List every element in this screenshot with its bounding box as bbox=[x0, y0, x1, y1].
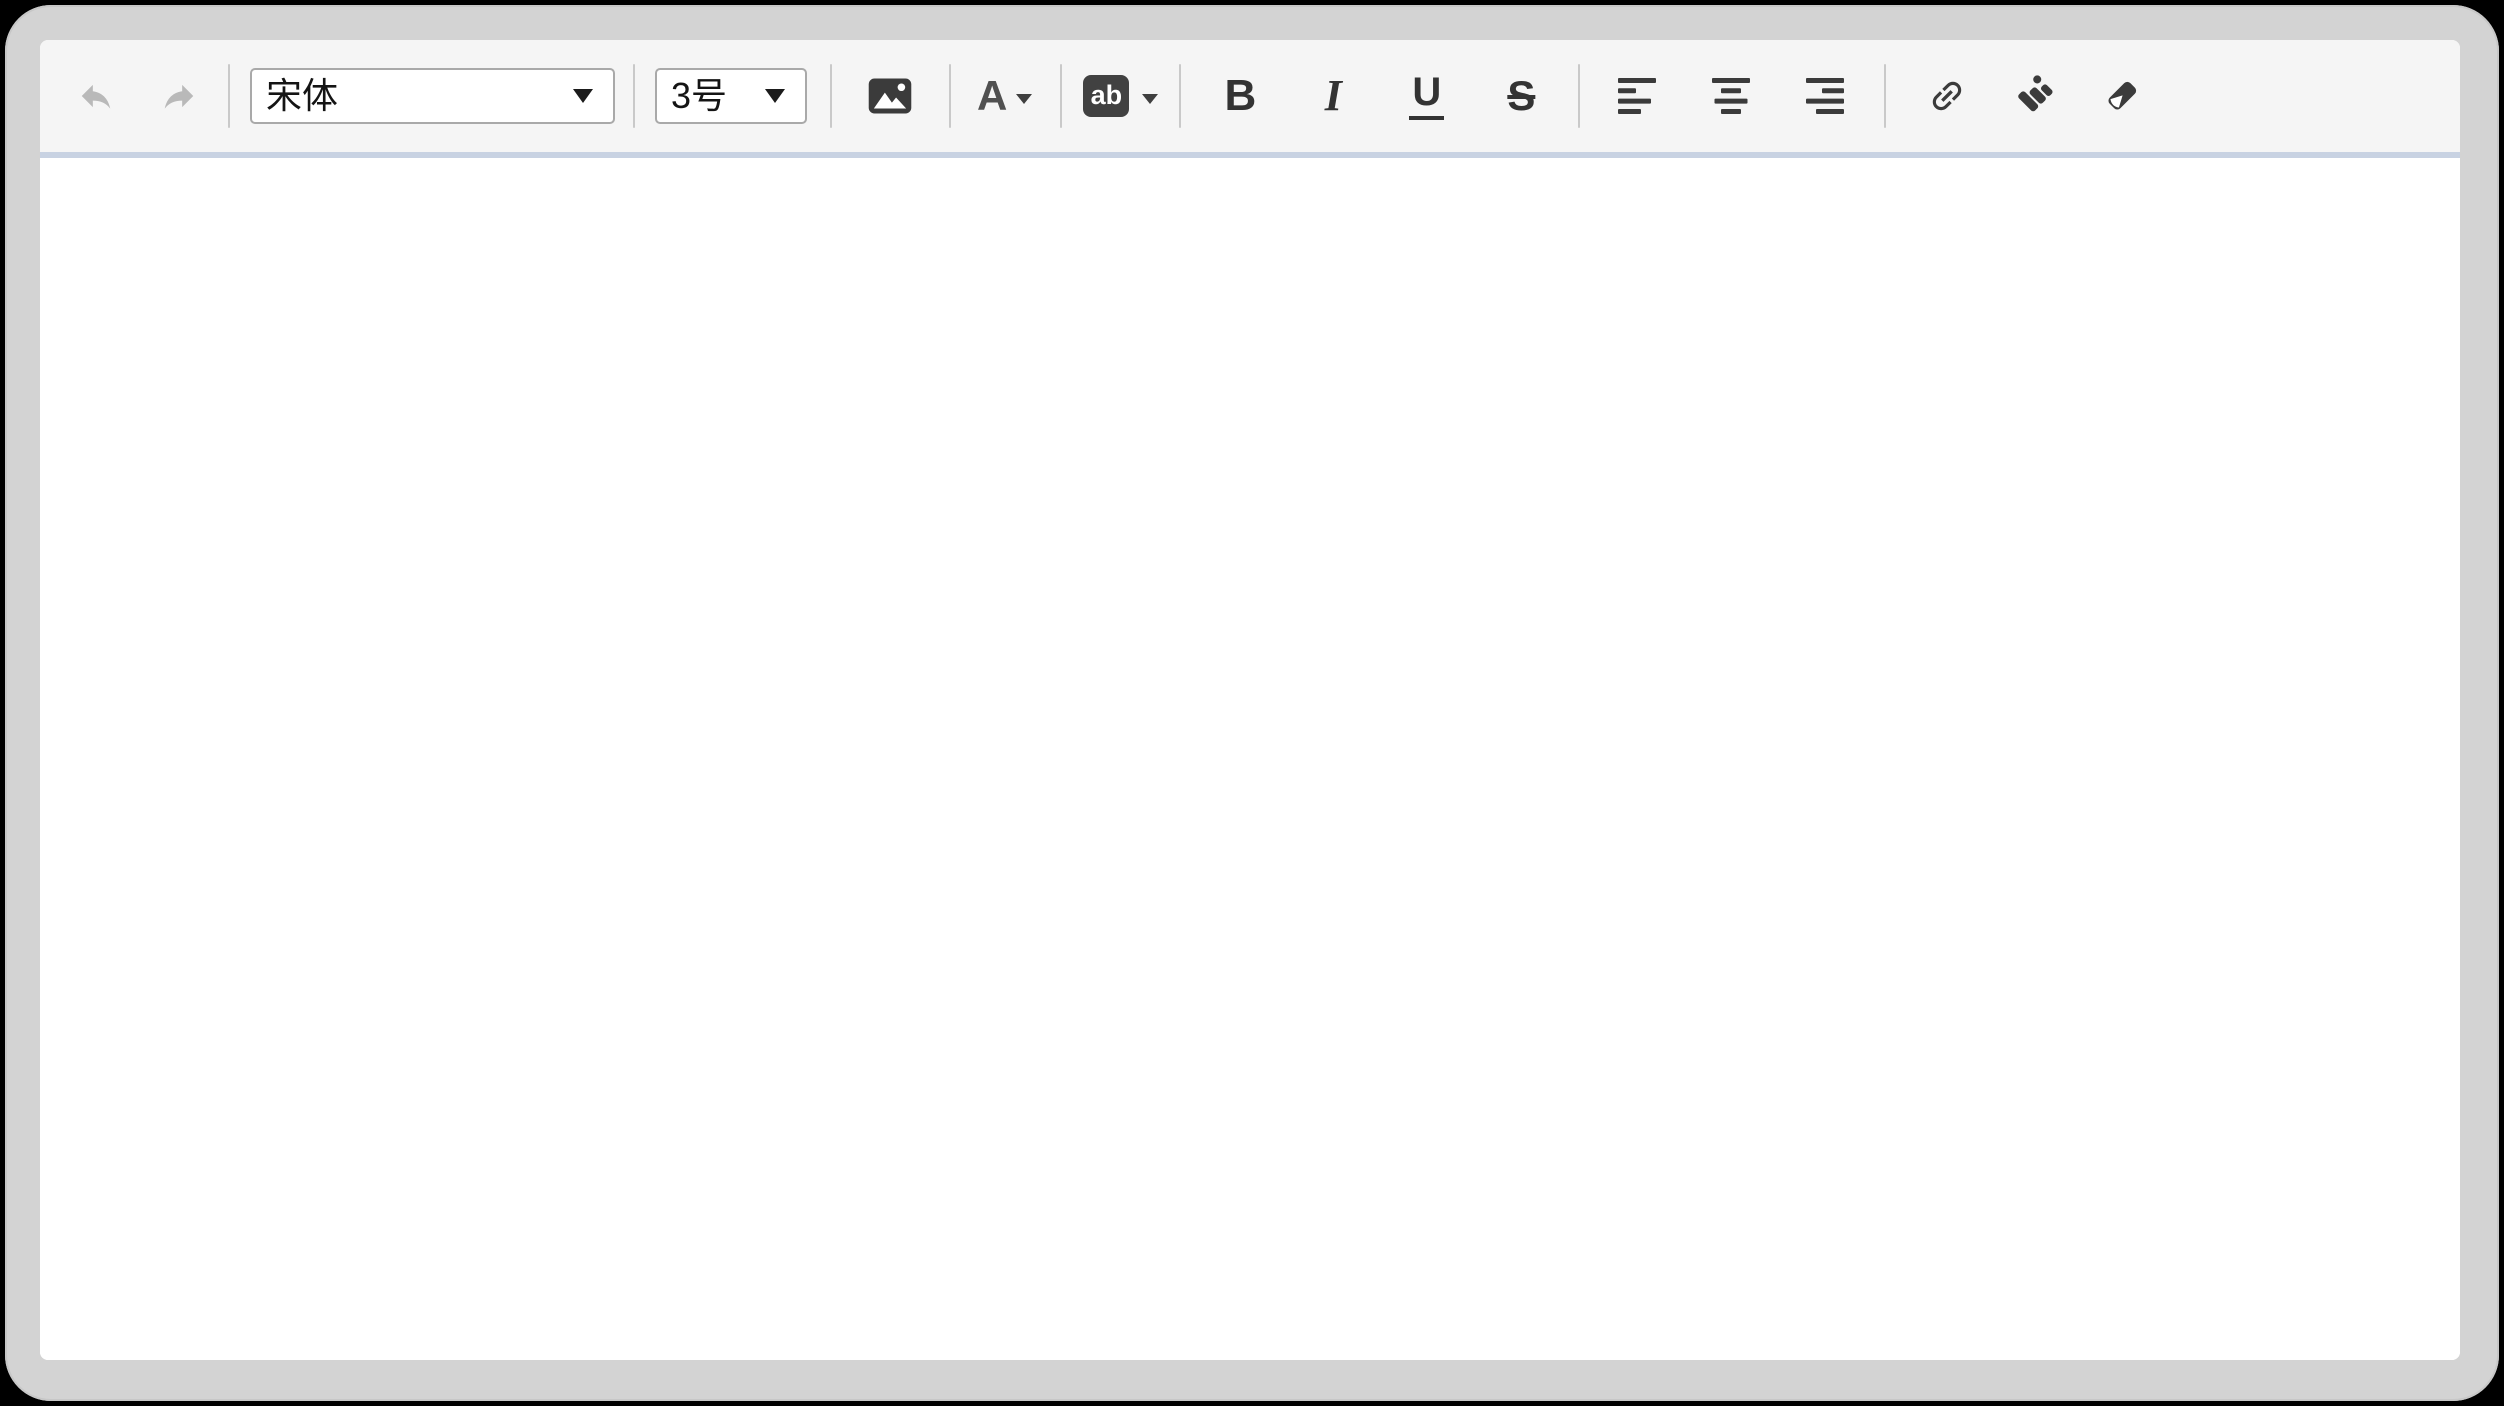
bold-button[interactable]: B bbox=[1220, 74, 1260, 118]
toolbar-separator bbox=[1060, 64, 1062, 128]
font-color-label: A bbox=[977, 75, 1007, 117]
italic-button[interactable]: I bbox=[1313, 74, 1353, 118]
strikethrough-label: S bbox=[1507, 75, 1535, 117]
editor-toolbar: 宋体 3号 A bbox=[40, 40, 2460, 152]
toolbar-separator bbox=[228, 64, 230, 128]
insert-image-button[interactable] bbox=[867, 77, 913, 115]
font-family-select[interactable]: 宋体 bbox=[250, 68, 615, 124]
font-size-value: 3号 bbox=[671, 78, 727, 114]
strikethrough-button[interactable]: S bbox=[1496, 75, 1546, 117]
toolbar-separator bbox=[949, 64, 951, 128]
caret-down-icon bbox=[1142, 94, 1158, 104]
link-icon bbox=[1927, 76, 1967, 116]
image-icon bbox=[867, 77, 913, 115]
redo-icon bbox=[160, 77, 198, 115]
format-brush-button[interactable] bbox=[2014, 75, 2058, 117]
toolbar-separator bbox=[1578, 64, 1580, 128]
align-center-button[interactable] bbox=[1712, 78, 1750, 114]
underline-button[interactable]: U bbox=[1403, 72, 1450, 120]
redo-button[interactable] bbox=[160, 77, 198, 115]
insert-link-button[interactable] bbox=[1927, 76, 1967, 116]
font-size-select[interactable]: 3号 bbox=[655, 68, 807, 124]
align-center-icon bbox=[1712, 78, 1750, 114]
toolbar-separator bbox=[633, 64, 635, 128]
toolbar-separator bbox=[1179, 64, 1181, 128]
caret-down-icon bbox=[573, 89, 593, 103]
italic-label: I bbox=[1325, 74, 1342, 118]
font-color-button[interactable]: A bbox=[977, 75, 1032, 117]
toolbar-separator bbox=[1884, 64, 1886, 128]
bold-label: B bbox=[1224, 74, 1256, 118]
caret-down-icon bbox=[765, 89, 785, 103]
align-right-button[interactable] bbox=[1806, 78, 1844, 114]
align-right-icon bbox=[1806, 78, 1844, 114]
caret-down-icon bbox=[1016, 94, 1032, 104]
undo-button[interactable] bbox=[77, 77, 115, 115]
eraser-icon bbox=[2102, 76, 2142, 116]
font-family-value: 宋体 bbox=[266, 78, 338, 114]
background-color-label: ab bbox=[1091, 82, 1123, 109]
background-color-badge: ab bbox=[1083, 75, 1129, 117]
clear-format-button[interactable] bbox=[2102, 76, 2142, 116]
editor-window-frame: 宋体 3号 A bbox=[5, 5, 2499, 1401]
toolbar-separator bbox=[830, 64, 832, 128]
align-left-button[interactable] bbox=[1618, 78, 1656, 114]
align-left-icon bbox=[1618, 78, 1656, 114]
rich-text-editor: 宋体 3号 A bbox=[40, 40, 2460, 1360]
underline-label: U bbox=[1409, 72, 1444, 120]
undo-icon bbox=[77, 77, 115, 115]
background-color-button[interactable]: ab bbox=[1083, 75, 1158, 117]
brush-icon bbox=[2014, 75, 2058, 117]
editor-content-area[interactable] bbox=[40, 158, 2460, 1360]
